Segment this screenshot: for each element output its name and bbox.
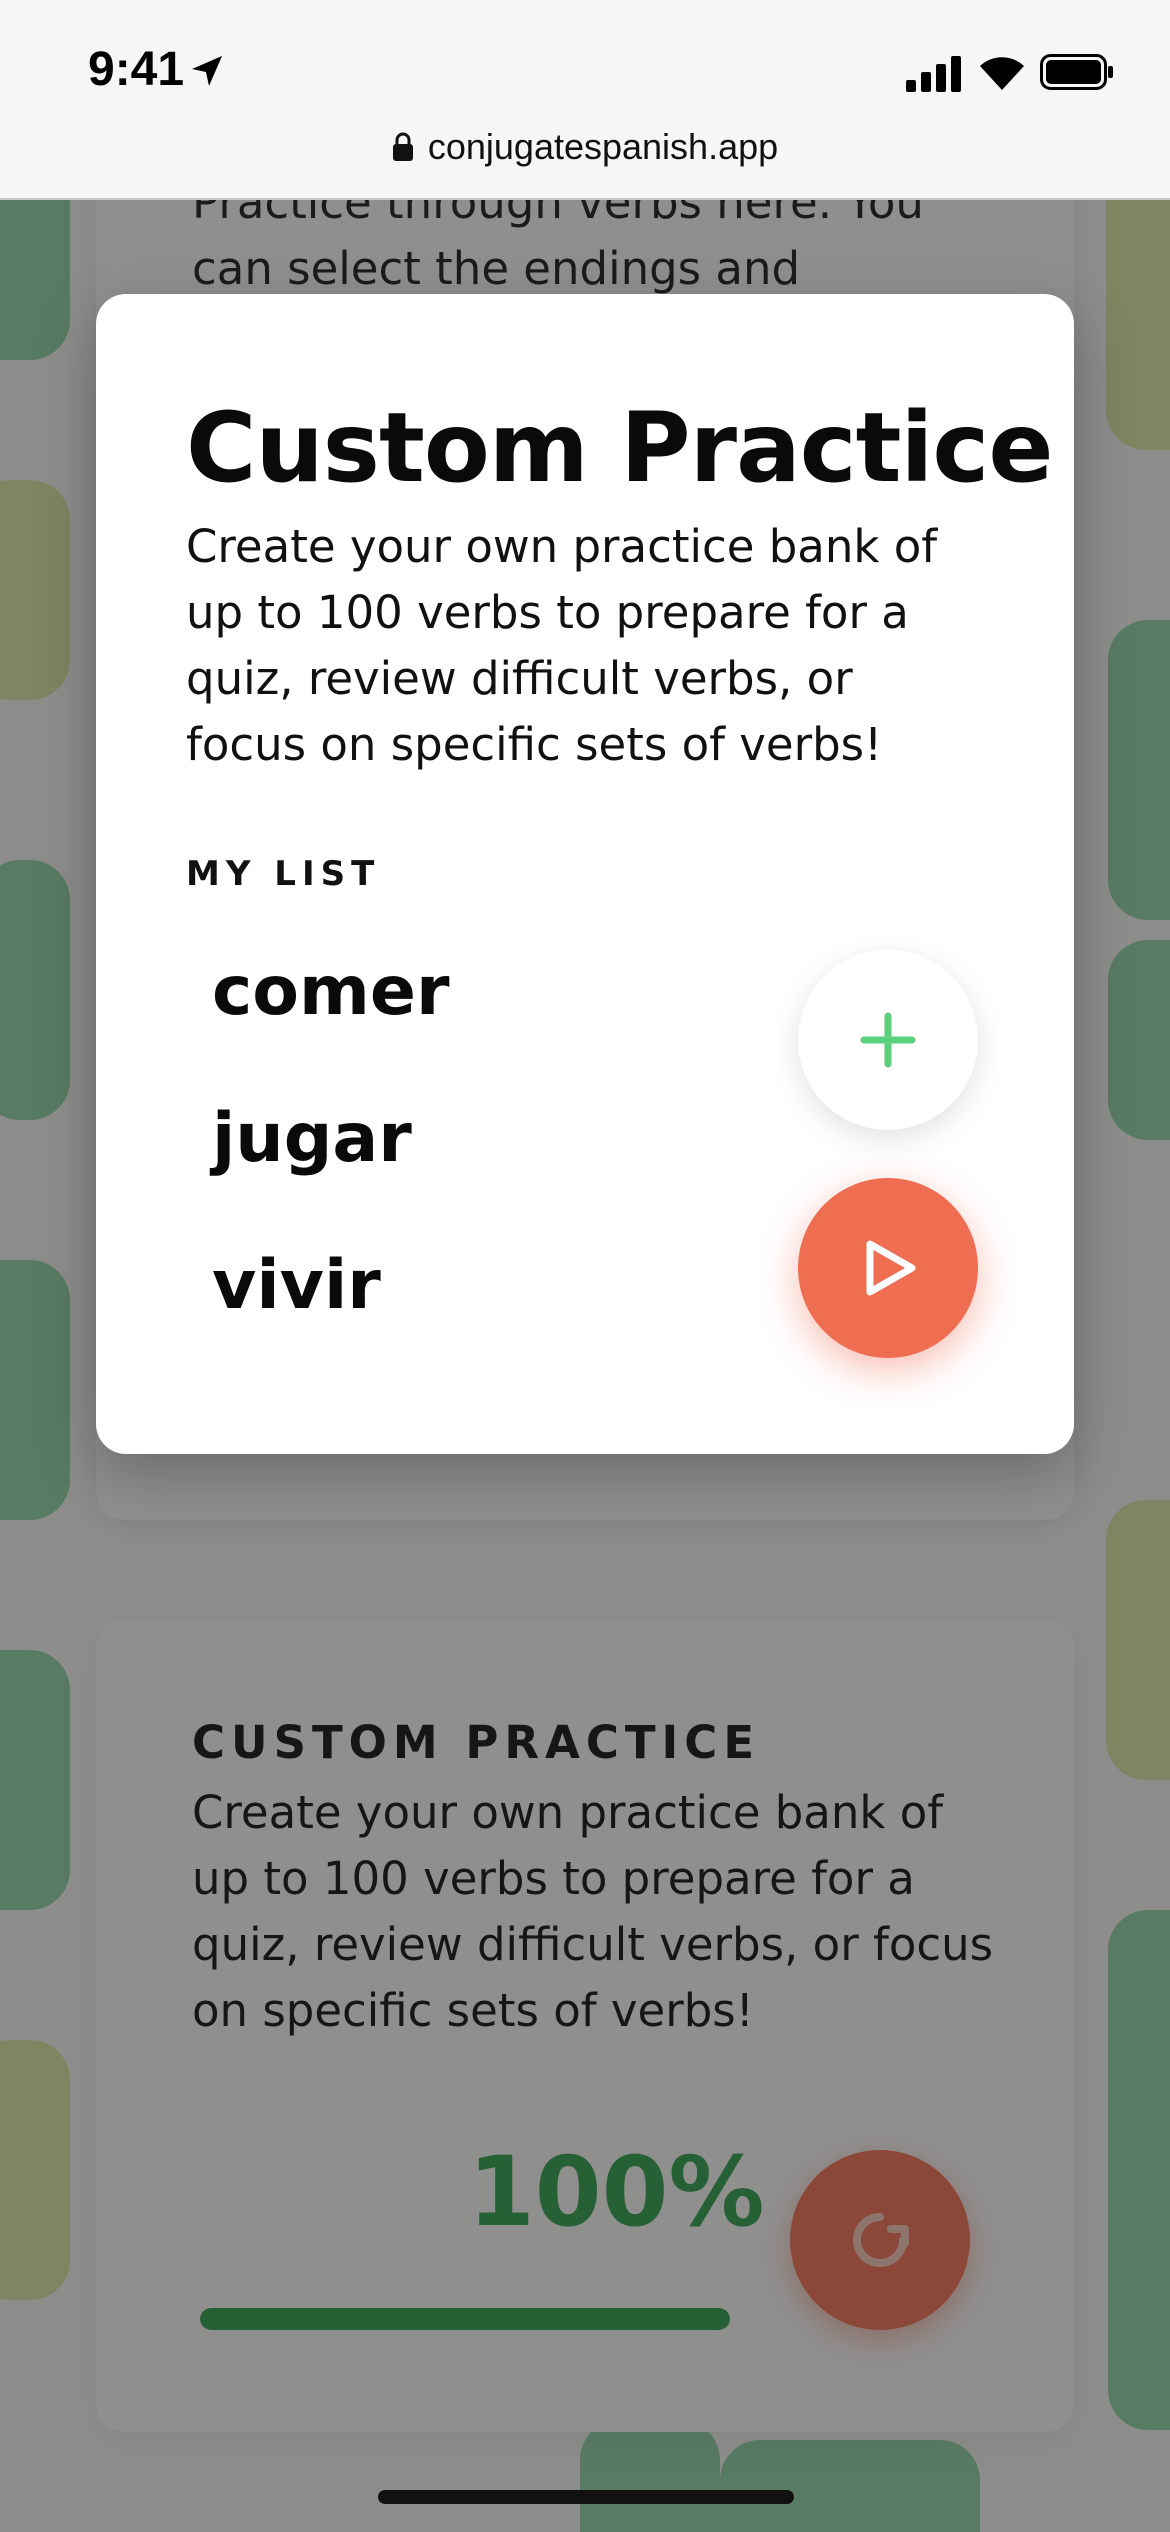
battery-icon (1040, 54, 1113, 90)
start-practice-button[interactable] (798, 1178, 978, 1358)
lock-icon (392, 132, 413, 161)
url-text: conjugatespanish.app (427, 126, 779, 167)
verb-item[interactable]: jugar (212, 1091, 450, 1238)
modal-description: Create your own practice bank of up to 1… (186, 520, 938, 771)
plus-icon (860, 1012, 916, 1068)
custom-practice-modal: Custom Practice Create your own practice… (96, 294, 1074, 1454)
add-verb-button[interactable] (798, 950, 978, 1130)
verb-item[interactable]: comer (212, 944, 450, 1091)
verb-item[interactable]: vivir (212, 1238, 450, 1385)
modal-title: Custom Practice (186, 392, 1053, 504)
location-arrow-icon (192, 56, 222, 86)
play-icon (866, 1240, 916, 1296)
home-indicator[interactable] (378, 2490, 794, 2504)
browser-top-bar: 9:41 conjugatespanish.app (0, 0, 1170, 200)
signal-bars-icon (906, 56, 961, 92)
url-bar[interactable]: conjugatespanish.app (0, 126, 1170, 168)
wifi-icon (980, 57, 1024, 90)
status-time: 9:41 (88, 43, 185, 96)
verb-list: comer jugar vivir (212, 944, 450, 1385)
my-list-label: MY LIST (186, 854, 381, 894)
